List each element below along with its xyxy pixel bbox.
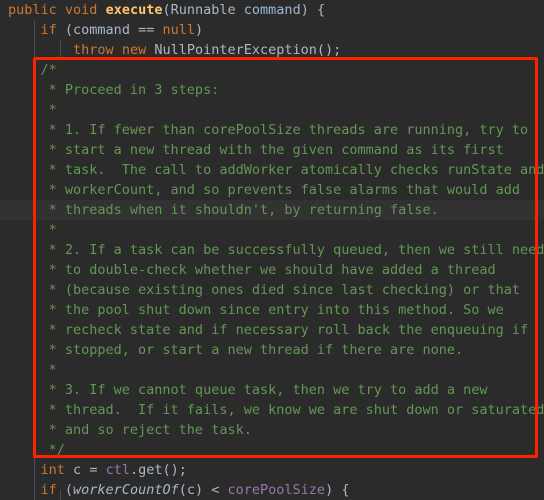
code-line[interactable]: * thread. If it fails, we know we are sh…	[0, 400, 544, 420]
code-token: public	[8, 2, 57, 18]
code-line[interactable]: * threads when it shouldn't, by returnin…	[0, 200, 544, 220]
code-line[interactable]: * to double-check whether we should have…	[0, 260, 544, 280]
code-line[interactable]: * and so reject the task.	[0, 420, 544, 440]
code-token: corePoolSize	[227, 482, 326, 498]
code-line[interactable]: public void execute(Runnable command) {	[0, 0, 544, 20]
code-token: * 1. If fewer than corePoolSize threads …	[8, 122, 529, 138]
code-token: c	[186, 482, 195, 498]
code-line[interactable]: * start a new thread with the given comm…	[0, 140, 544, 160]
code-token: * the pool shut down since entry into th…	[8, 302, 504, 318]
code-line[interactable]: * workerCount, and so prevents false ala…	[0, 180, 544, 200]
code-lines-container[interactable]: public void execute(Runnable command) { …	[0, 0, 544, 500]
code-token: int	[40, 462, 65, 478]
code-token: * start a new thread with the given comm…	[8, 142, 504, 158]
code-token: NullPointerException	[154, 42, 317, 58]
code-line[interactable]: int c = ctl.get();	[0, 460, 544, 480]
code-token: * Proceed in 3 steps:	[8, 82, 220, 98]
code-line[interactable]: *	[0, 220, 544, 240]
code-token: command	[243, 2, 301, 18]
code-line[interactable]: * 2. If a task can be successfully queue…	[0, 240, 544, 260]
code-token: ) {	[325, 482, 350, 498]
code-token: (	[178, 482, 187, 498]
code-token: throw	[73, 42, 114, 58]
code-line[interactable]: * (because existing ones died since last…	[0, 280, 544, 300]
code-token: (	[56, 482, 74, 498]
code-line[interactable]: *	[0, 360, 544, 380]
code-token: *	[8, 102, 57, 118]
code-line[interactable]: */	[0, 440, 544, 460]
code-token: * and so reject the task.	[8, 422, 252, 438]
code-line[interactable]: /*	[0, 60, 544, 80]
code-token: * thread. If it fails, we know we are sh…	[8, 402, 544, 418]
code-token: * to double-check whether we should have…	[8, 262, 496, 278]
code-token: workerCountOf	[73, 482, 179, 498]
code-token: *	[8, 362, 57, 378]
code-token: * recheck state and if necessary roll ba…	[8, 322, 529, 338]
code-token: ();	[162, 462, 187, 478]
code-token: * threads when it shouldn't, by returnin…	[8, 202, 439, 218]
code-token: * 2. If a task can be successfully queue…	[8, 242, 544, 258]
code-token: */	[8, 442, 65, 458]
code-line[interactable]: * stopped, or start a new thread if ther…	[0, 340, 544, 360]
code-token: c	[73, 462, 82, 478]
code-token: void	[64, 2, 98, 18]
code-token: * (because existing ones died since last…	[8, 282, 521, 298]
code-token: ) <	[195, 482, 228, 498]
code-line[interactable]: * the pool shut down since entry into th…	[0, 300, 544, 320]
code-line[interactable]: throw new NullPointerException();	[0, 40, 544, 60]
code-line[interactable]: * task. The call to addWorker atomically…	[0, 160, 544, 180]
code-line[interactable]: if (command == null)	[0, 20, 544, 40]
code-token: * stopped, or start a new thread if ther…	[8, 342, 464, 358]
code-token: command	[73, 22, 130, 38]
code-token: * 3. If we cannot queue task, then we tr…	[8, 382, 488, 398]
code-token: (	[162, 2, 171, 18]
code-line[interactable]: * Proceed in 3 steps:	[0, 80, 544, 100]
code-token: execute	[105, 2, 163, 18]
code-token: Runnable	[170, 2, 236, 18]
code-token: null	[162, 22, 195, 38]
code-token: (	[56, 22, 74, 38]
code-line[interactable]: *	[0, 100, 544, 120]
code-token: ();	[316, 42, 342, 58]
code-token: =	[81, 462, 106, 478]
code-token: * workerCount, and so prevents false ala…	[8, 182, 521, 198]
code-token: if	[40, 482, 57, 498]
code-line[interactable]: * 3. If we cannot queue task, then we tr…	[0, 380, 544, 400]
code-token: ==	[129, 22, 163, 38]
code-line[interactable]: if (workerCountOf(c) < corePoolSize) {	[0, 480, 544, 500]
code-token: /*	[8, 62, 57, 78]
code-token: new	[121, 42, 147, 58]
code-line[interactable]: * 1. If fewer than corePoolSize threads …	[0, 120, 544, 140]
code-token: *	[8, 222, 57, 238]
code-line[interactable]: * recheck state and if necessary roll ba…	[0, 320, 544, 340]
code-token: * task. The call to addWorker atomically…	[8, 162, 544, 178]
code-editor-viewport[interactable]: public void execute(Runnable command) { …	[0, 0, 544, 500]
code-token: ) {	[300, 2, 326, 18]
code-token: get	[138, 462, 163, 478]
code-token: )	[194, 22, 204, 38]
code-token: if	[40, 22, 57, 38]
code-token: ctl	[105, 462, 130, 478]
code-token: .	[129, 462, 139, 478]
